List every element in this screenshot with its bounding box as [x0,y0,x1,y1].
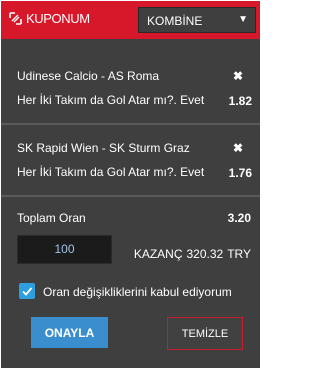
accept-changes-checkbox[interactable] [19,283,35,299]
total-odds-value: 3.20 [227,211,251,225]
bet-type-select[interactable]: KOMBİNE ▼ [138,7,256,33]
divider [1,123,260,125]
bet-odds: 1.82 [228,94,252,108]
brand: KUPONUM [8,11,90,26]
winnings-label: KAZANÇ [133,247,183,261]
confirm-button[interactable]: ONAYLA [31,317,108,348]
remove-bet-icon[interactable]: ✖ [233,69,243,83]
bet-item: SK Rapid Wien - SK Sturm Graz ✖ Her İki … [1,141,260,189]
betslip-header: KUPONUM KOMBİNE ▼ [1,1,260,39]
stake-input[interactable]: 100 [17,235,112,264]
winnings-amount: 320.32 [186,247,224,261]
bet-market: Her İki Takım da Gol Atar mı?. Evet [17,165,205,179]
bet-match: SK Rapid Wien - SK Sturm Graz [17,141,190,155]
divider [1,195,260,197]
betslip-widget: KUPONUM KOMBİNE ▼ Udinese Calcio - AS Ro… [1,1,260,368]
accept-changes-label: Oran değişikliklerini kabul ediyorum [43,285,232,299]
winnings-currency: TRY [227,247,251,261]
dropdown-arrow-icon: ▼ [238,14,248,25]
betslip-icon [8,11,23,26]
clear-button[interactable]: TEMİZLE [167,317,243,350]
winnings: KAZANÇ 320.32 TRY [134,247,251,261]
total-odds-label: Toplam Oran [17,211,86,225]
bet-item: Udinese Calcio - AS Roma ✖ Her İki Takım… [1,69,260,117]
bet-market: Her İki Takım da Gol Atar mı?. Evet [17,93,205,107]
checkmark-icon [22,287,33,296]
brand-label: KUPONUM [26,11,90,26]
remove-bet-icon[interactable]: ✖ [233,141,243,155]
bet-type-value: KOMBİNE [147,14,203,28]
bet-odds: 1.76 [228,166,252,180]
bet-match: Udinese Calcio - AS Roma [17,69,160,83]
